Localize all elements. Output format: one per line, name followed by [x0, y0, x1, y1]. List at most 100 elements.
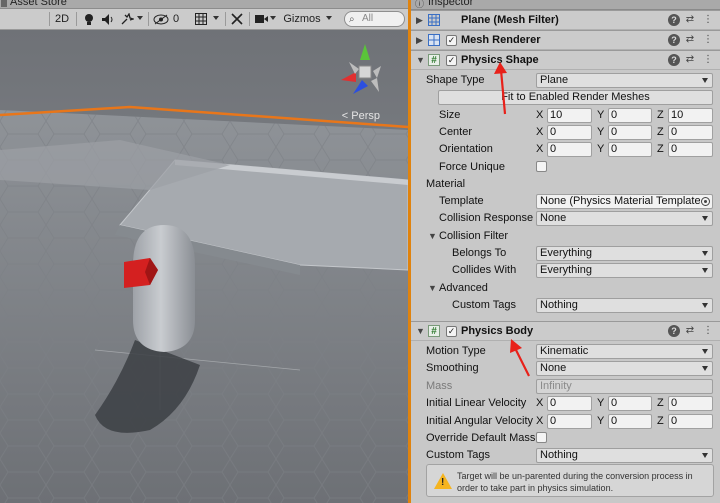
- effects-icon[interactable]: [120, 11, 134, 27]
- enabled-checkbox[interactable]: ✓: [446, 55, 457, 66]
- grid-dropdown-icon[interactable]: [213, 16, 219, 20]
- audio-icon[interactable]: [101, 11, 115, 27]
- belongs-to-dropdown[interactable]: Everything: [536, 246, 713, 261]
- effects-dropdown-icon[interactable]: [137, 16, 143, 20]
- inspector-tab-bar: ⓘ Inspector: [411, 0, 720, 10]
- toolbar-separator: [225, 12, 226, 26]
- presets-icon[interactable]: ⇄: [684, 325, 696, 337]
- fit-to-render-meshes-button[interactable]: Fit to Enabled Render Meshes: [438, 90, 713, 105]
- component-header-physics-body[interactable]: ▼ # ✓ Physics Body ? ⇄ ⋮: [411, 321, 720, 341]
- lighting-icon[interactable]: [82, 11, 96, 27]
- body-custom-tags-dropdown[interactable]: Nothing: [536, 448, 713, 463]
- fold-down-icon[interactable]: ▼: [416, 326, 425, 336]
- fold-down-icon[interactable]: ▼: [428, 231, 437, 241]
- field-label: Initial Linear Velocity: [426, 397, 527, 409]
- size-z-input[interactable]: 10: [668, 108, 713, 123]
- fold-down-icon[interactable]: ▼: [428, 283, 437, 293]
- axis-label: Z: [657, 126, 664, 138]
- help-icon[interactable]: ?: [668, 325, 680, 337]
- more-options-icon[interactable]: ⋮: [702, 34, 714, 46]
- override-mass-checkbox[interactable]: [536, 432, 547, 443]
- mass-field: Infinity: [536, 379, 713, 394]
- component-header-mesh-renderer[interactable]: ▶ ✓ Mesh Renderer ? ⇄ ⋮: [411, 30, 720, 50]
- fold-down-icon[interactable]: ▼: [416, 55, 425, 65]
- size-y-input[interactable]: 0: [608, 108, 652, 123]
- shape-type-row: Shape Type Plane: [411, 72, 720, 89]
- collision-response-dropdown[interactable]: None: [536, 211, 713, 226]
- scene-viewport[interactable]: < Persp: [0, 30, 408, 503]
- enabled-checkbox[interactable]: ✓: [446, 35, 457, 46]
- axis-label: Y: [597, 415, 605, 427]
- body-custom-tags-row: Custom Tags Nothing: [411, 447, 720, 464]
- linear-velocity-z-input[interactable]: 0: [668, 396, 713, 411]
- force-unique-checkbox[interactable]: [536, 161, 547, 172]
- field-label: Collides With: [452, 264, 517, 276]
- angular-velocity-x-input[interactable]: 0: [547, 414, 592, 429]
- enabled-checkbox[interactable]: ✓: [446, 326, 457, 337]
- scene-search-input[interactable]: ⌕ All: [344, 11, 405, 27]
- inspector-tab[interactable]: Inspector: [428, 0, 473, 8]
- advanced-row[interactable]: ▼ Advanced: [411, 280, 720, 297]
- help-icon[interactable]: ?: [668, 14, 680, 26]
- field-label: Override Default Mass: [426, 432, 536, 444]
- axis-label: Y: [597, 109, 605, 121]
- fold-right-icon[interactable]: ▶: [416, 15, 423, 26]
- more-options-icon[interactable]: ⋮: [702, 325, 714, 337]
- help-icon[interactable]: ?: [668, 34, 680, 46]
- center-z-input[interactable]: 0: [668, 125, 713, 140]
- camera-dropdown-icon[interactable]: [270, 16, 276, 20]
- chevron-down-icon: [702, 78, 708, 83]
- grid-icon[interactable]: [194, 11, 208, 27]
- field-label: Mass: [426, 380, 453, 392]
- orientation-y-input[interactable]: 0: [608, 142, 652, 157]
- more-options-icon[interactable]: ⋮: [702, 54, 714, 66]
- collision-filter-row[interactable]: ▼ Collision Filter: [411, 228, 720, 245]
- shape-type-dropdown[interactable]: Plane: [536, 73, 713, 88]
- asset-store-tab[interactable]: Asset Store: [10, 0, 67, 8]
- linear-velocity-y-input[interactable]: 0: [608, 396, 652, 411]
- angular-velocity-y-input[interactable]: 0: [608, 414, 652, 429]
- presets-icon[interactable]: ⇄: [684, 14, 696, 26]
- size-x-input[interactable]: 10: [547, 108, 592, 123]
- orientation-x-input[interactable]: 0: [547, 142, 592, 157]
- linear-velocity-x-input[interactable]: 0: [547, 396, 592, 411]
- axis-label: X: [536, 397, 544, 409]
- dropdown-value: Everything: [540, 247, 592, 259]
- template-object-field[interactable]: None (Physics Material Template: [536, 194, 713, 209]
- motion-type-dropdown[interactable]: Kinematic: [536, 344, 713, 359]
- visibility-eye-icon[interactable]: [152, 11, 170, 27]
- presets-icon[interactable]: ⇄: [684, 54, 696, 66]
- smoothing-dropdown[interactable]: None: [536, 361, 713, 376]
- gizmos-button[interactable]: Gizmos: [282, 11, 322, 27]
- axis-label: Z: [657, 109, 664, 121]
- axis-label: X: [536, 109, 544, 121]
- help-icon[interactable]: ?: [668, 54, 680, 66]
- component-header-mesh-filter[interactable]: ▶ Plane (Mesh Filter) ? ⇄ ⋮: [411, 10, 720, 30]
- template-row: Template None (Physics Material Template: [411, 193, 720, 210]
- orientation-z-input[interactable]: 0: [668, 142, 713, 157]
- perspective-label[interactable]: < Persp: [342, 110, 380, 122]
- more-options-icon[interactable]: ⋮: [702, 14, 714, 26]
- fold-right-icon[interactable]: ▶: [416, 35, 423, 46]
- field-label: Belongs To: [452, 247, 507, 259]
- center-y-input[interactable]: 0: [608, 125, 652, 140]
- center-x-input[interactable]: 0: [547, 125, 592, 140]
- object-picker-icon[interactable]: [701, 197, 710, 206]
- camera-icon[interactable]: [254, 11, 268, 27]
- shape-custom-tags-dropdown[interactable]: Nothing: [536, 298, 713, 313]
- mass-row: Mass Infinity: [411, 378, 720, 395]
- field-label: Size: [439, 109, 461, 121]
- presets-icon[interactable]: ⇄: [684, 34, 696, 46]
- gizmos-dropdown-icon[interactable]: [326, 16, 332, 20]
- toolbar-separator: [76, 12, 77, 26]
- chevron-down-icon: [702, 303, 708, 308]
- tools-icon[interactable]: [230, 11, 244, 27]
- toolbar-separator: [148, 12, 149, 26]
- field-label: Force Unique: [439, 161, 506, 173]
- center-row: Center X 0 Y 0 Z 0: [411, 124, 720, 141]
- collides-with-dropdown[interactable]: Everything: [536, 263, 713, 278]
- chevron-down-icon: [702, 366, 708, 371]
- angular-velocity-z-input[interactable]: 0: [668, 414, 713, 429]
- 2d-toggle-button[interactable]: 2D: [52, 11, 72, 27]
- component-header-physics-shape[interactable]: ▼ # ✓ Physics Shape ? ⇄ ⋮: [411, 50, 720, 70]
